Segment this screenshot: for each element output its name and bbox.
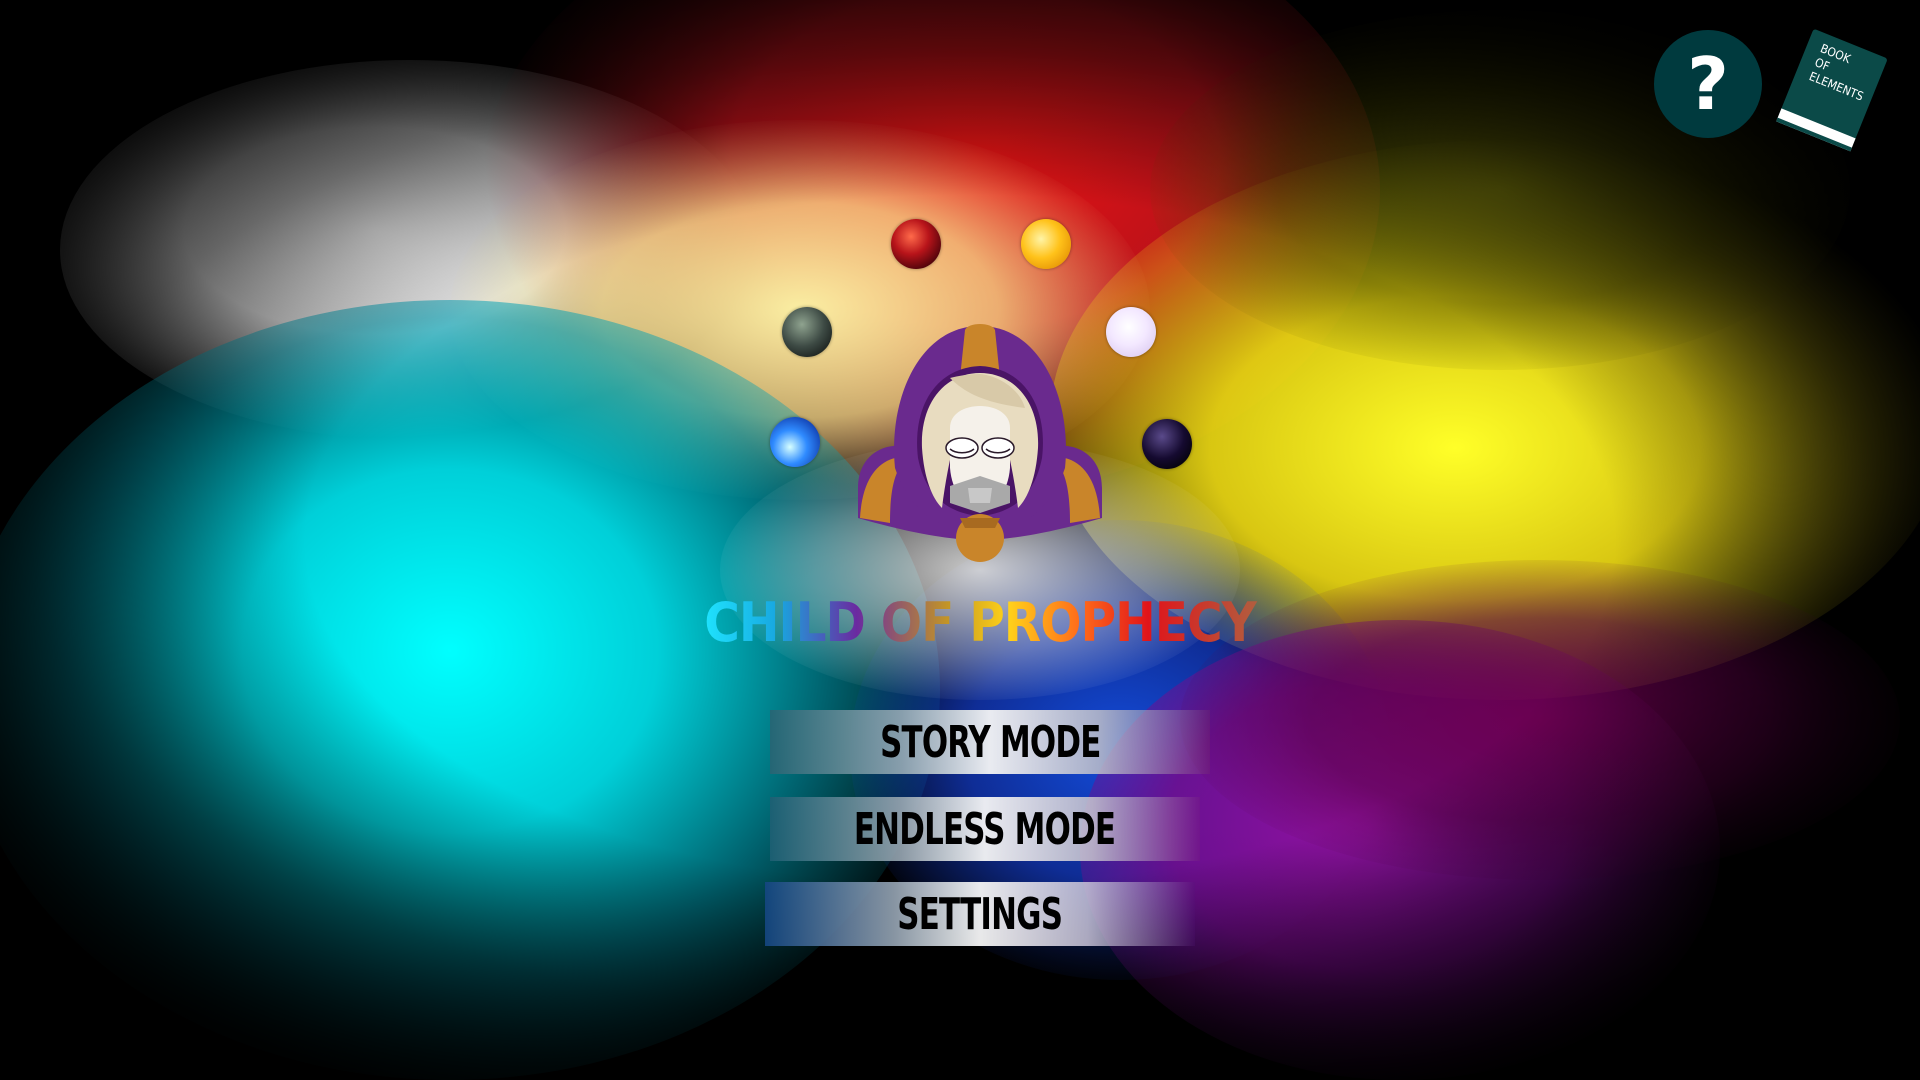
fire-orb-icon (891, 219, 941, 269)
dark-orb-icon (1142, 419, 1192, 469)
water-orb-icon (770, 417, 820, 467)
hooded-prophet-character (858, 324, 1102, 562)
air-orb-icon (1106, 307, 1156, 357)
endless-mode-button[interactable]: ENDLESS MODE (770, 797, 1200, 861)
story-mode-label: STORY MODE (879, 716, 1101, 768)
settings-button[interactable]: SETTINGS (765, 882, 1195, 946)
main-menu-screen: CHILD OF PROPHECY STORY MODE ENDLESS MOD… (0, 0, 1920, 1080)
question-mark-icon: ? (1687, 42, 1729, 126)
help-button[interactable]: ? (1654, 30, 1762, 138)
settings-label: SETTINGS (897, 888, 1064, 940)
game-title: CHILD OF PROPHECY (700, 588, 1260, 658)
light-orb-icon (1021, 219, 1071, 269)
earth-orb-icon (782, 307, 832, 357)
story-mode-button[interactable]: STORY MODE (770, 710, 1210, 774)
endless-mode-label: ENDLESS MODE (854, 803, 1116, 855)
